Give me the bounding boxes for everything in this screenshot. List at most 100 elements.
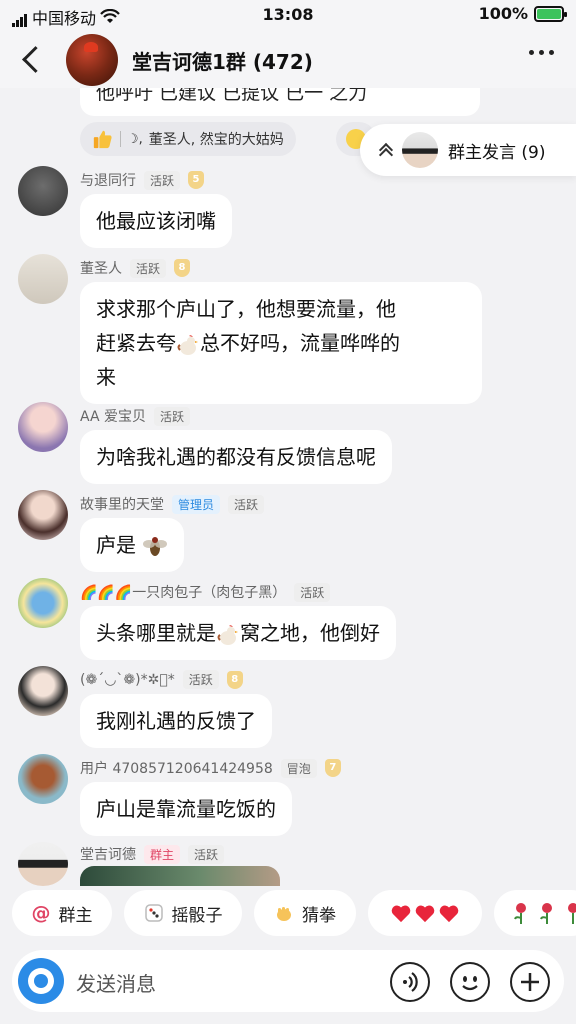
hearts-button[interactable] bbox=[368, 890, 482, 936]
activity-tag: 活跃 bbox=[228, 494, 265, 514]
sender-name[interactable]: 堂吉诃德 bbox=[80, 844, 136, 864]
quick-actions-bar: @ 群主 摇骰子 猜拳 bbox=[0, 886, 576, 942]
activity-tag: 活跃 bbox=[144, 170, 181, 190]
sender-name[interactable]: 与退同行 bbox=[80, 170, 136, 190]
message-text: 他呼吁 已建议 已提议 已一 之力 bbox=[96, 88, 368, 104]
status-bar: 中国移动 13:08 100% bbox=[0, 0, 576, 30]
avatar[interactable] bbox=[18, 754, 68, 804]
reaction-pill[interactable]: ☽, 董圣人, 然宝的大姑妈 bbox=[80, 122, 296, 156]
heart-icon bbox=[391, 905, 411, 923]
message-bubble[interactable]: 庐是 bbox=[80, 518, 185, 572]
owner-messages-jump[interactable]: 群主发言 (9) bbox=[360, 124, 576, 176]
group-title[interactable]: 堂吉诃德1群 (472) bbox=[132, 46, 313, 75]
sender-name[interactable]: 🌈🌈🌈一只肉包子（肉包子黑） bbox=[80, 582, 286, 602]
rose-icon bbox=[540, 903, 552, 924]
message-text: 为啥我礼遇的都没有反馈信息呢 bbox=[96, 445, 376, 469]
at-icon: @ bbox=[31, 902, 51, 924]
sender-name[interactable]: 故事里的天堂 bbox=[80, 494, 164, 514]
heart-icon bbox=[415, 905, 435, 923]
dice-icon bbox=[144, 904, 163, 922]
sender-meta: 与退同行 活跃 5 bbox=[80, 170, 205, 190]
moon-icon: ☽, bbox=[127, 131, 143, 147]
rock-paper-scissors-button[interactable]: 猜拳 bbox=[254, 890, 356, 936]
message-text-line: 求求那个庐山了，他想要流量，他 bbox=[96, 297, 396, 321]
avatar[interactable] bbox=[18, 842, 68, 886]
battery-area: 100% bbox=[478, 4, 567, 23]
rooster-emoji-icon bbox=[177, 334, 198, 355]
activity-tag: 活跃 bbox=[182, 670, 219, 689]
message-text: 庐是 bbox=[96, 533, 136, 557]
button-label: 摇骰子 bbox=[171, 905, 223, 926]
sender-meta: AA 爱宝贝 活跃 bbox=[80, 406, 191, 426]
message-bubble[interactable]: 头条哪里就是 窝之地，他倒好 bbox=[80, 606, 396, 660]
message-bubble[interactable]: 为啥我礼遇的都没有反馈信息呢 bbox=[80, 430, 392, 484]
sender-meta: 故事里的天堂 管理员 活跃 bbox=[80, 494, 265, 514]
camera-icon[interactable] bbox=[18, 958, 64, 1004]
sender-name[interactable]: AA 爱宝贝 bbox=[80, 406, 146, 426]
input-bar: 发送消息 bbox=[0, 942, 576, 1024]
level-badge: 8 bbox=[226, 670, 243, 689]
level-badge: 5 bbox=[188, 171, 205, 189]
message-text-line: 来 bbox=[96, 365, 116, 389]
level-badge: 8 bbox=[174, 259, 191, 277]
sender-meta: 堂吉诃德 群主 活跃 bbox=[80, 844, 225, 864]
group-avatar[interactable] bbox=[66, 34, 118, 86]
rose-icon bbox=[514, 903, 526, 924]
message-bubble[interactable]: 他最应该闭嘴 bbox=[80, 194, 232, 248]
message-text: 头条哪里就是 bbox=[96, 621, 216, 645]
avatar[interactable] bbox=[18, 490, 68, 540]
double-chevron-up-icon bbox=[378, 143, 392, 157]
owner-avatar bbox=[402, 132, 438, 168]
mention-owner-button[interactable]: @ 群主 bbox=[12, 890, 112, 936]
message-bubble[interactable]: 求求那个庐山了，他想要流量，他 赶紧去夸 总不好吗，流量哗哗的 来 bbox=[80, 282, 482, 404]
avatar[interactable] bbox=[18, 402, 68, 452]
owner-tag: 群主 bbox=[144, 844, 181, 864]
rose-icon bbox=[568, 903, 576, 924]
sender-meta: 董圣人 活跃 8 bbox=[80, 258, 191, 278]
chat-screen: 中国移动 13:08 100% 堂吉诃德1群 (472) 他呼吁 已建议 已提议… bbox=[0, 0, 576, 1024]
owner-jump-label: 群主发言 (9) bbox=[448, 142, 546, 163]
message-text: 我刚礼遇的反馈了 bbox=[96, 709, 256, 733]
voice-button[interactable] bbox=[390, 962, 430, 1002]
dice-button[interactable]: 摇骰子 bbox=[124, 890, 242, 936]
activity-tag: 活跃 bbox=[130, 258, 167, 278]
sender-name[interactable]: 用户 470857120641424958 bbox=[80, 758, 273, 778]
fist-icon bbox=[277, 907, 291, 921]
message-text: 庐山是靠流量吃饭的 bbox=[96, 797, 276, 821]
sender-meta: (❁´◡`❁)*✲ﾟ* 活跃 8 bbox=[80, 670, 243, 689]
message-bubble[interactable]: 庐山是靠流量吃饭的 bbox=[80, 782, 292, 836]
activity-tag: 活跃 bbox=[294, 582, 331, 602]
activity-tag: 活跃 bbox=[188, 844, 225, 864]
add-button[interactable] bbox=[510, 962, 550, 1002]
avatar[interactable] bbox=[18, 578, 68, 628]
thumbs-up-icon bbox=[93, 130, 112, 149]
activity-tag: 活跃 bbox=[154, 406, 191, 426]
plus-icon bbox=[521, 973, 539, 991]
back-button[interactable] bbox=[18, 44, 48, 74]
image-message-clipped[interactable] bbox=[80, 866, 280, 886]
roses-button[interactable] bbox=[494, 890, 576, 936]
message-input[interactable]: 发送消息 bbox=[12, 950, 564, 1012]
fly-emoji-icon bbox=[143, 536, 168, 556]
rooster-emoji-icon bbox=[217, 624, 238, 645]
button-label: 猜拳 bbox=[302, 905, 336, 926]
sender-meta: 🌈🌈🌈一只肉包子（肉包子黑） 活跃 bbox=[80, 582, 331, 602]
activity-tag: 冒泡 bbox=[280, 758, 317, 778]
sender-name[interactable]: 董圣人 bbox=[80, 258, 122, 278]
emoji-button[interactable] bbox=[450, 962, 490, 1002]
sender-meta: 用户 470857120641424958 冒泡 7 bbox=[80, 758, 341, 778]
avatar[interactable] bbox=[18, 166, 68, 216]
message-bubble[interactable]: 我刚礼遇的反馈了 bbox=[80, 694, 272, 748]
battery-icon bbox=[534, 5, 567, 22]
avatar[interactable] bbox=[18, 666, 68, 716]
heart-icon bbox=[439, 905, 459, 923]
more-options-icon[interactable] bbox=[529, 50, 554, 55]
divider bbox=[120, 131, 121, 147]
message-text: 窝之地，他倒好 bbox=[240, 621, 380, 645]
battery-percent: 100% bbox=[478, 4, 528, 23]
avatar[interactable] bbox=[18, 254, 68, 304]
message-text: 他最应该闭嘴 bbox=[96, 209, 216, 233]
message-text-line: 赶紧去夸 总不好吗，流量哗哗的 bbox=[96, 331, 400, 355]
message-bubble-clipped[interactable]: 他呼吁 已建议 已提议 已一 之力 bbox=[80, 88, 480, 116]
sender-name[interactable]: (❁´◡`❁)*✲ﾟ* bbox=[80, 672, 175, 688]
